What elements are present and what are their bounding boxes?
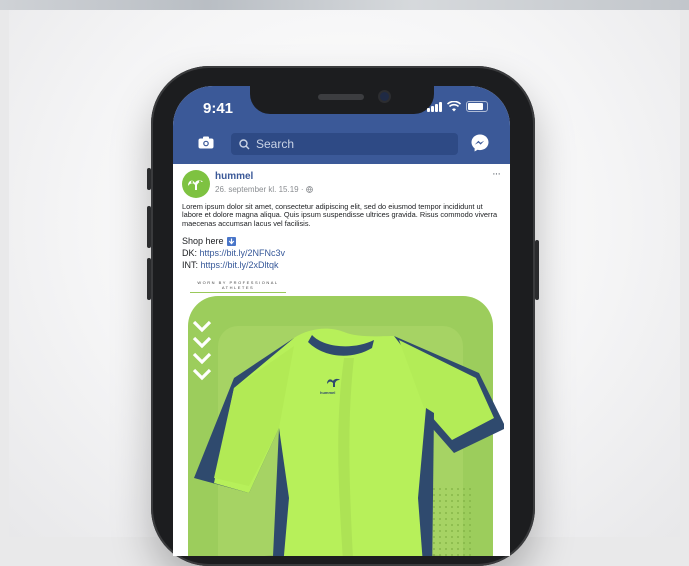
battery-icon xyxy=(466,101,488,112)
search-input[interactable]: Search xyxy=(231,133,458,155)
phone-power-button xyxy=(535,240,539,300)
down-arrow-icon xyxy=(226,236,236,246)
post-timestamp: 26. september kl. 15.19 · xyxy=(215,185,304,194)
front-camera xyxy=(380,92,389,101)
avatar[interactable] xyxy=(182,170,210,198)
shop-label: Shop here xyxy=(182,236,224,246)
more-options-icon[interactable]: ··· xyxy=(492,168,501,180)
search-placeholder: Search xyxy=(256,137,295,151)
post-author[interactable]: hummel xyxy=(215,171,253,182)
globe-icon xyxy=(305,186,313,193)
search-icon xyxy=(239,138,250,149)
signal-icon xyxy=(427,101,442,112)
post-meta: 26. september kl. 15.19 · xyxy=(215,185,313,194)
phone-volume-down xyxy=(147,258,151,300)
phone-notch xyxy=(250,86,434,114)
facebook-header: 9:41 Search xyxy=(173,86,510,164)
camera-icon[interactable] xyxy=(198,136,214,149)
post-image[interactable]: WORN BY PROFESSIONAL ATHLETES hummel xyxy=(178,278,505,556)
top-strip xyxy=(0,0,689,10)
link-prefix-int: INT: xyxy=(182,260,199,270)
ad-tagline: WORN BY PROFESSIONAL ATHLETES xyxy=(197,280,279,290)
link-line-int: INT: https://bit.ly/2xDltqk xyxy=(182,260,279,270)
jersey-logo-text: hummel xyxy=(320,390,336,395)
phone-screen: 9:41 Search hummel 26. september kl. 15.… xyxy=(173,86,510,556)
link-int[interactable]: https://bit.ly/2xDltqk xyxy=(201,260,279,270)
ad-rule xyxy=(190,292,286,293)
shop-line: Shop here xyxy=(182,236,236,246)
speaker xyxy=(318,94,364,100)
link-prefix-dk: DK: xyxy=(182,248,198,258)
phone-volume-up xyxy=(147,206,151,248)
hummel-logo-icon xyxy=(188,180,203,190)
wifi-icon xyxy=(447,101,461,112)
phone-side-button xyxy=(147,168,151,190)
jersey-image xyxy=(194,328,504,556)
messenger-icon[interactable] xyxy=(470,133,490,153)
status-time: 9:41 xyxy=(203,100,234,117)
link-line-dk: DK: https://bit.ly/2NFNc3v xyxy=(182,248,285,258)
status-icons xyxy=(427,101,488,112)
post-body: Lorem ipsum dolor sit amet, consectetur … xyxy=(182,202,498,228)
link-dk[interactable]: https://bit.ly/2NFNc3v xyxy=(200,248,286,258)
